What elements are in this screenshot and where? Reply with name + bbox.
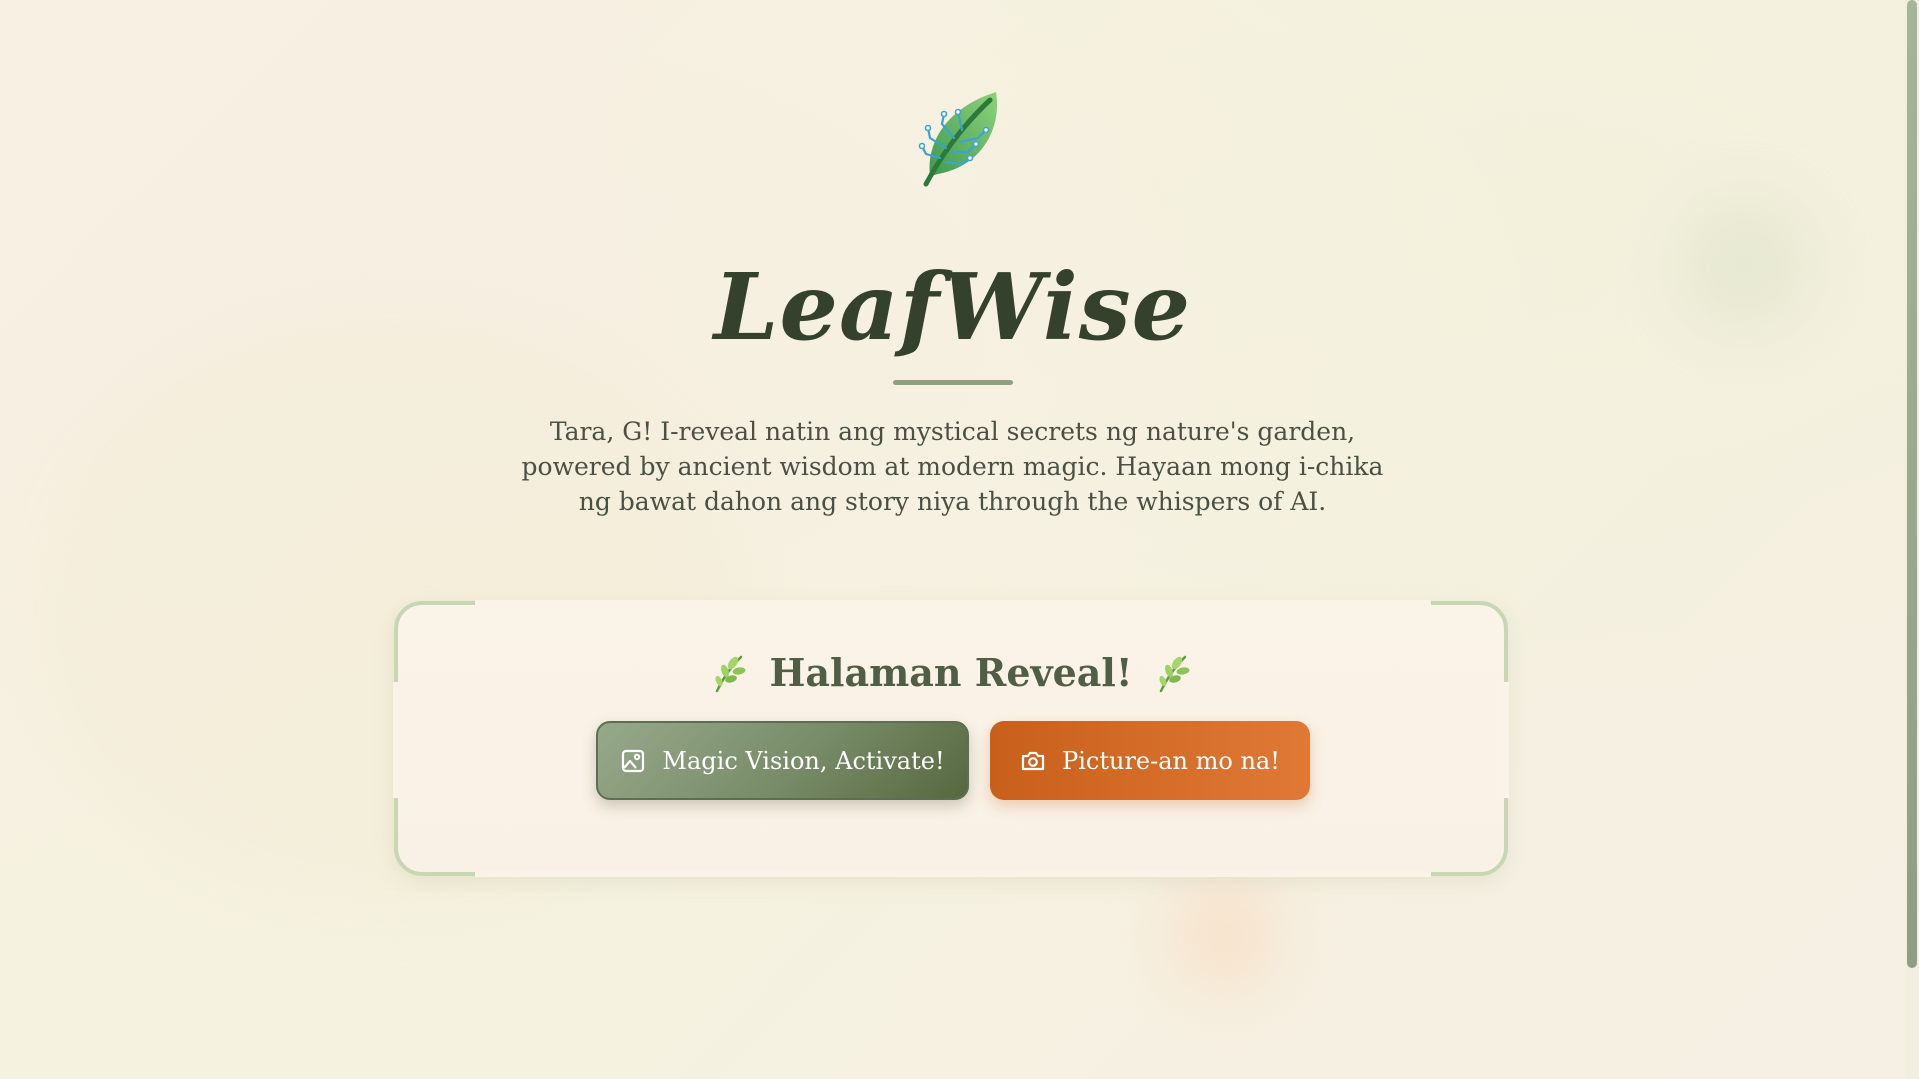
card-title: Halaman Reveal!	[769, 650, 1133, 695]
background-glow	[1170, 880, 1280, 990]
take-picture-button[interactable]: Picture-an mo na!	[990, 721, 1310, 800]
sprig-icon	[1158, 655, 1189, 693]
magic-vision-button[interactable]: Magic Vision, Activate!	[596, 721, 969, 800]
scrollbar-track[interactable]	[1905, 0, 1919, 1079]
leaf-circuit-logo-icon	[918, 92, 998, 187]
card-border-gap	[475, 600, 1431, 606]
tagline: Tara, G! I-reveal natin ang mystical sec…	[521, 417, 1384, 516]
plant-reveal-card: Halaman Reveal! Magic Vision, Activate! …	[393, 600, 1509, 877]
card-border-gap	[1503, 682, 1509, 798]
card-border-gap	[475, 871, 1431, 877]
camera-icon	[1021, 751, 1045, 770]
sprig-icon	[715, 655, 746, 693]
card-heading: Halaman Reveal!	[398, 649, 1504, 697]
magic-vision-label: Magic Vision, Activate!	[662, 746, 945, 775]
take-picture-label: Picture-an mo na!	[1062, 746, 1280, 775]
app-title: LeafWise	[713, 253, 1192, 361]
image-icon	[622, 749, 645, 772]
scrollbar-thumb[interactable]	[1907, 0, 1917, 968]
title-divider	[893, 380, 1013, 385]
card-border-gap	[393, 682, 399, 798]
